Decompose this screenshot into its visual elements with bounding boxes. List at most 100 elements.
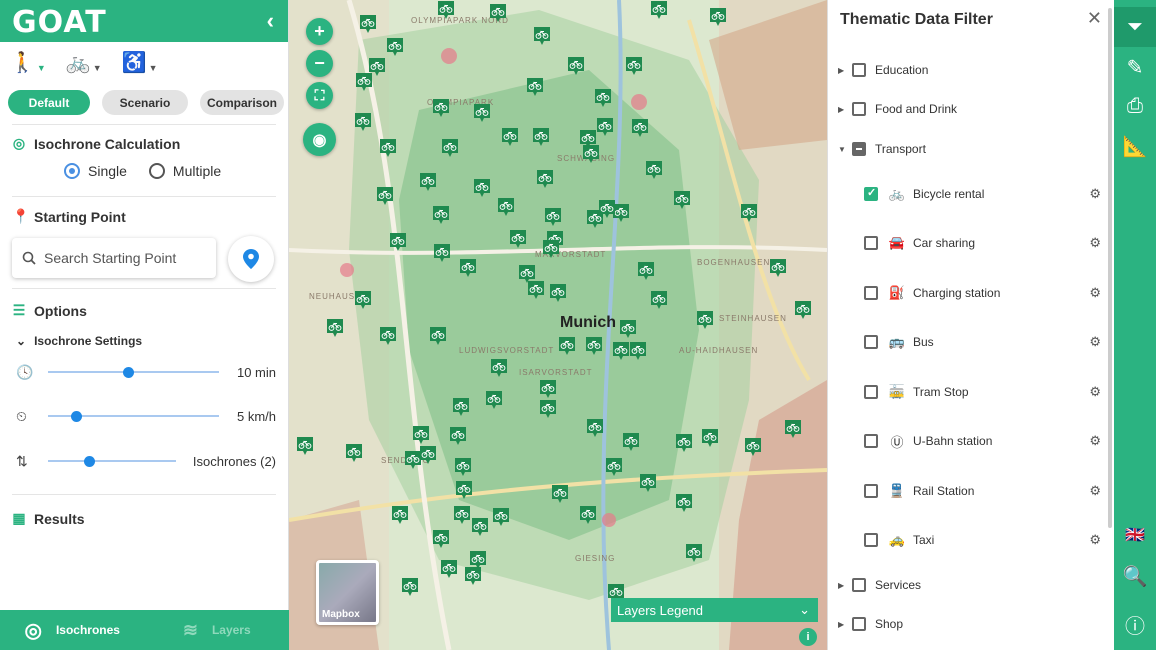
bike-rental-marker[interactable] xyxy=(622,432,640,452)
gear-icon[interactable]: ⚙ xyxy=(1089,235,1101,251)
bike-rental-marker[interactable] xyxy=(769,258,787,278)
bike-rental-marker[interactable] xyxy=(558,336,576,356)
item-checkbox[interactable] xyxy=(864,434,878,448)
pick-location-button[interactable] xyxy=(228,236,274,282)
bike-rental-marker[interactable] xyxy=(645,160,663,180)
bike-rental-marker[interactable] xyxy=(527,280,545,300)
bike-rental-marker[interactable] xyxy=(454,457,472,477)
category-food[interactable]: ▶ Food and Drink xyxy=(838,99,957,119)
bike-rental-marker[interactable] xyxy=(355,72,373,92)
bike-rental-marker[interactable] xyxy=(596,117,614,137)
bike-rental-marker[interactable] xyxy=(673,190,691,210)
category-education[interactable]: ▶ Education xyxy=(838,60,928,80)
bike-rental-marker[interactable] xyxy=(567,56,585,76)
measure-button[interactable]: 📐 xyxy=(1114,126,1156,166)
gear-icon[interactable]: ⚙ xyxy=(1089,483,1101,499)
bike-rental-marker[interactable] xyxy=(429,326,447,346)
bike-rental-marker[interactable] xyxy=(452,397,470,417)
bike-rental-marker[interactable] xyxy=(533,26,551,46)
shop-checkbox[interactable] xyxy=(852,617,866,631)
close-icon[interactable]: ✕ xyxy=(1087,8,1102,29)
bike-rental-marker[interactable] xyxy=(619,319,637,339)
info-toolbar-button[interactable]: ⓘ xyxy=(1114,604,1156,644)
search-input[interactable]: Search Starting Point xyxy=(44,250,176,266)
info-button[interactable]: i xyxy=(799,628,817,646)
item-checkbox[interactable] xyxy=(864,484,878,498)
bike-rental-marker[interactable] xyxy=(326,318,344,338)
slider-thumb[interactable] xyxy=(84,456,95,467)
tab-default[interactable]: Default xyxy=(8,90,90,115)
bike-rental-marker[interactable] xyxy=(449,426,467,446)
services-checkbox[interactable] xyxy=(852,578,866,592)
bike-rental-marker[interactable] xyxy=(639,473,657,493)
bike-rental-marker[interactable] xyxy=(539,379,557,399)
bike-rental-marker[interactable] xyxy=(551,484,569,504)
bike-rental-marker[interactable] xyxy=(459,258,477,278)
bike-rental-marker[interactable] xyxy=(354,290,372,310)
bike-rental-marker[interactable] xyxy=(453,505,471,525)
bike-rental-marker[interactable] xyxy=(497,197,515,217)
bike-rental-marker[interactable] xyxy=(432,205,450,225)
isochrones-tab[interactable]: ◎ Isochrones xyxy=(0,610,145,650)
layers-tab[interactable]: ≋ Layers xyxy=(145,610,290,650)
bike-rental-marker[interactable] xyxy=(473,178,491,198)
bike-rental-marker[interactable] xyxy=(612,341,630,361)
starting-point-search[interactable]: Search Starting Point xyxy=(12,238,216,278)
bike-rental-marker[interactable] xyxy=(419,172,437,192)
bike-rental-marker[interactable] xyxy=(473,103,491,123)
bike-rental-marker[interactable] xyxy=(549,283,567,303)
bike-rental-marker[interactable] xyxy=(709,7,727,27)
filter-button[interactable]: ⏷ xyxy=(1114,7,1156,47)
gear-icon[interactable]: ⚙ xyxy=(1089,186,1101,202)
scrollbar[interactable] xyxy=(1108,8,1112,528)
transport-item[interactable]: Ⓤ U-Bahn station ⚙ xyxy=(864,430,1101,452)
edit-button[interactable]: ✎ xyxy=(1114,47,1156,87)
transport-item[interactable]: 🚕 Taxi ⚙ xyxy=(864,529,1101,551)
bike-rental-marker[interactable] xyxy=(501,127,519,147)
map-canvas[interactable]: OLYMPIAPARK NORD OLYMPIAPARK SCHWABING M… xyxy=(289,0,827,650)
walking-mode-button[interactable]: 🚶 ▼ xyxy=(10,50,46,75)
bike-rental-marker[interactable] xyxy=(455,480,473,500)
bike-rental-marker[interactable] xyxy=(437,0,455,20)
gear-icon[interactable]: ⚙ xyxy=(1089,384,1101,400)
gear-icon[interactable]: ⚙ xyxy=(1089,285,1101,301)
bike-rental-marker[interactable] xyxy=(539,399,557,419)
item-checkbox[interactable] xyxy=(864,186,878,201)
gear-icon[interactable]: ⚙ xyxy=(1089,433,1101,449)
bike-rental-marker[interactable] xyxy=(509,229,527,249)
gear-icon[interactable]: ⚙ xyxy=(1089,532,1101,548)
isochrone-count-slider[interactable]: ⇅ Isochrones (2) xyxy=(16,451,276,471)
collapse-panel-button[interactable]: ‹ xyxy=(267,8,274,34)
bike-rental-marker[interactable] xyxy=(629,341,647,361)
bike-rental-marker[interactable] xyxy=(433,243,451,263)
bike-rental-marker[interactable] xyxy=(784,419,802,439)
bike-rental-marker[interactable] xyxy=(485,390,503,410)
travel-time-slider[interactable]: 🕓 10 min xyxy=(16,362,276,382)
bike-rental-marker[interactable] xyxy=(542,239,560,259)
bike-rental-marker[interactable] xyxy=(345,443,363,463)
tab-scenario[interactable]: Scenario xyxy=(102,90,188,115)
slider-thumb[interactable] xyxy=(71,411,82,422)
item-checkbox[interactable] xyxy=(864,286,878,300)
bike-rental-marker[interactable] xyxy=(440,559,458,579)
zoom-out-button[interactable]: − xyxy=(306,50,333,77)
bike-rental-marker[interactable] xyxy=(379,326,397,346)
bike-rental-marker[interactable] xyxy=(675,493,693,513)
bike-rental-marker[interactable] xyxy=(701,428,719,448)
bike-rental-marker[interactable] xyxy=(490,358,508,378)
cycling-mode-button[interactable]: 🚲 ▼ xyxy=(66,50,102,75)
bike-rental-marker[interactable] xyxy=(794,300,812,320)
item-checkbox[interactable] xyxy=(864,385,878,399)
category-transport[interactable]: ▼ Transport xyxy=(838,139,926,159)
bike-rental-marker[interactable] xyxy=(579,505,597,525)
bike-rental-marker[interactable] xyxy=(526,77,544,97)
bike-rental-marker[interactable] xyxy=(441,138,459,158)
bike-rental-marker[interactable] xyxy=(471,517,489,537)
transport-item[interactable]: 🚌 Bus ⚙ xyxy=(864,331,1101,353)
slider-thumb[interactable] xyxy=(123,367,134,378)
route-planner-button[interactable]: ◉ xyxy=(303,123,336,156)
category-shop[interactable]: ▶ Shop xyxy=(838,614,903,634)
bike-rental-marker[interactable] xyxy=(582,144,600,164)
category-services[interactable]: ▶ Services xyxy=(838,575,921,595)
gear-icon[interactable]: ⚙ xyxy=(1089,334,1101,350)
